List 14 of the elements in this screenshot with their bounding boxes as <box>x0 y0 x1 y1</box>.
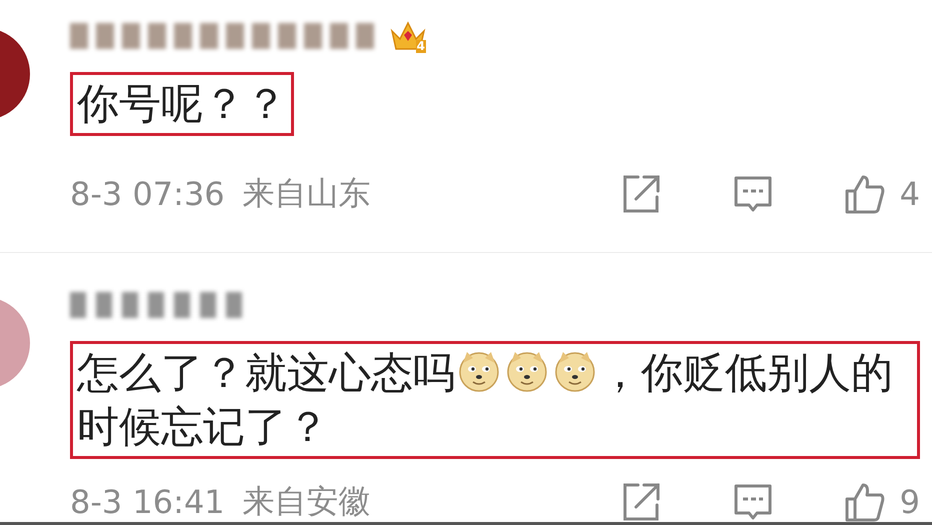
comment-time: 8-3 07:36 <box>70 175 225 213</box>
dog-emoji-icon <box>553 349 597 393</box>
comment-location: 来自安徽 <box>242 481 371 522</box>
thumbs-up-icon[interactable] <box>844 173 886 215</box>
comment-text: 你号呢？？ <box>70 72 294 136</box>
thumbs-up-icon[interactable] <box>844 481 886 523</box>
comment-text: 怎么了？就这心态吗 ，你贬低别人的时候忘记了？ <box>70 341 920 459</box>
comment-time: 8-3 16:41 <box>70 483 225 521</box>
like-count: 4 <box>900 175 920 213</box>
dog-emoji-icon <box>505 349 549 393</box>
like-count: 9 <box>900 483 920 521</box>
comment-location: 来自山东 <box>242 173 371 214</box>
level-number: 4 <box>416 40 426 53</box>
dog-emoji-icon <box>457 349 501 393</box>
